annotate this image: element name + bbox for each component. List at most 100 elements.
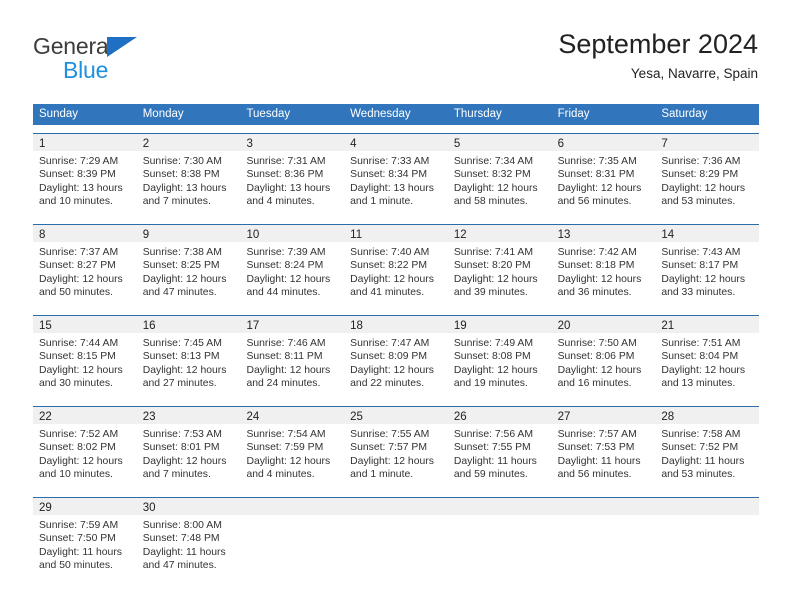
- daylight-text: Daylight: 12 hours and 53 minutes.: [661, 182, 746, 208]
- day-cell[interactable]: 29 Sunrise: 7:59 AM Sunset: 7:50 PM Dayl…: [33, 498, 137, 580]
- day-number-strip: 26: [447, 407, 552, 424]
- daylight-text: Daylight: 12 hours and 39 minutes.: [453, 273, 538, 299]
- day-number-strip: 18: [344, 316, 448, 333]
- day-cell[interactable]: 23 Sunrise: 7:53 AM Sunset: 8:01 PM Dayl…: [136, 407, 241, 489]
- day-cell-empty: [655, 498, 760, 580]
- sunset-text: Sunset: 8:06 PM: [557, 351, 635, 363]
- day-cell[interactable]: 4 Sunrise: 7:33 AM Sunset: 8:34 PM Dayli…: [344, 134, 448, 216]
- sunrise-text: Sunrise: 7:56 AM: [453, 429, 534, 440]
- week-days: 22 Sunrise: 7:52 AM Sunset: 8:02 PM Dayl…: [33, 407, 760, 489]
- day-cell[interactable]: 15 Sunrise: 7:44 AM Sunset: 8:15 PM Dayl…: [33, 316, 137, 398]
- sunrise-text: Sunrise: 7:47 AM: [350, 338, 430, 349]
- day-cell[interactable]: 9 Sunrise: 7:38 AM Sunset: 8:25 PM Dayli…: [136, 225, 241, 307]
- day-number-strip: [447, 498, 552, 515]
- day-details: Sunrise: 7:37 AM Sunset: 8:27 PM Dayligh…: [33, 242, 137, 307]
- daylight-text: Daylight: 12 hours and 19 minutes.: [453, 364, 538, 390]
- day-cell[interactable]: 20 Sunrise: 7:50 AM Sunset: 8:06 PM Dayl…: [551, 316, 656, 398]
- sunset-text: Sunset: 7:59 PM: [246, 442, 324, 454]
- generalblue-logo[interactable]: General Blue: [33, 33, 203, 87]
- day-cell[interactable]: 2 Sunrise: 7:30 AM Sunset: 8:38 PM Dayli…: [136, 134, 241, 216]
- sunrise-text: Sunrise: 7:44 AM: [39, 338, 119, 349]
- sunset-text: Sunset: 8:04 PM: [661, 351, 739, 363]
- daylight-text: Daylight: 12 hours and 41 minutes.: [350, 273, 434, 299]
- sunset-text: Sunset: 8:15 PM: [39, 351, 116, 363]
- daylight-text: Daylight: 12 hours and 30 minutes.: [39, 364, 123, 390]
- day-number-strip: 20: [551, 316, 656, 333]
- day-number: 9: [142, 229, 150, 241]
- sunset-text: Sunset: 8:39 PM: [39, 169, 116, 181]
- day-cell[interactable]: 27 Sunrise: 7:57 AM Sunset: 7:53 PM Dayl…: [551, 407, 656, 489]
- sunrise-text: Sunrise: 7:55 AM: [350, 429, 430, 440]
- day-number: 7: [661, 138, 668, 150]
- week-days: 29 Sunrise: 7:59 AM Sunset: 7:50 PM Dayl…: [33, 498, 760, 580]
- day-cell[interactable]: 7 Sunrise: 7:36 AM Sunset: 8:29 PM Dayli…: [655, 134, 760, 216]
- day-cell[interactable]: 12 Sunrise: 7:41 AM Sunset: 8:20 PM Dayl…: [447, 225, 552, 307]
- sunrise-text: Sunrise: 7:57 AM: [557, 429, 637, 440]
- sunrise-text: Sunrise: 7:41 AM: [453, 247, 534, 258]
- day-details: Sunrise: 7:57 AM Sunset: 7:53 PM Dayligh…: [551, 424, 656, 489]
- day-cell[interactable]: 10 Sunrise: 7:39 AM Sunset: 8:24 PM Dayl…: [240, 225, 345, 307]
- day-number-strip: 4: [344, 134, 448, 151]
- sunset-text: Sunset: 7:57 PM: [350, 442, 427, 454]
- day-cell[interactable]: 26 Sunrise: 7:56 AM Sunset: 7:55 PM Dayl…: [447, 407, 552, 489]
- weekday-header-monday: Monday: [142, 108, 184, 120]
- sunrise-text: Sunrise: 7:34 AM: [453, 156, 534, 167]
- day-number-strip: 15: [33, 316, 137, 333]
- week-row: 8 Sunrise: 7:37 AM Sunset: 8:27 PM Dayli…: [33, 224, 760, 307]
- sunset-text: Sunset: 8:36 PM: [246, 169, 324, 181]
- day-cell[interactable]: 22 Sunrise: 7:52 AM Sunset: 8:02 PM Dayl…: [33, 407, 137, 489]
- sunrise-text: Sunrise: 7:59 AM: [39, 520, 119, 531]
- sunrise-text: Sunrise: 8:00 AM: [142, 520, 222, 531]
- day-number-strip: [240, 498, 345, 515]
- day-cell[interactable]: 28 Sunrise: 7:58 AM Sunset: 7:52 PM Dayl…: [655, 407, 760, 489]
- day-number-strip: 11: [344, 225, 448, 242]
- day-cell[interactable]: 6 Sunrise: 7:35 AM Sunset: 8:31 PM Dayli…: [551, 134, 656, 216]
- day-details: [551, 515, 656, 580]
- day-cell[interactable]: 17 Sunrise: 7:46 AM Sunset: 8:11 PM Dayl…: [240, 316, 345, 398]
- sunset-text: Sunset: 7:52 PM: [661, 442, 739, 454]
- sunset-text: Sunset: 8:20 PM: [453, 260, 531, 272]
- daylight-text: Daylight: 13 hours and 7 minutes.: [142, 182, 227, 208]
- daylight-text: Daylight: 12 hours and 33 minutes.: [661, 273, 746, 299]
- sunrise-text: Sunrise: 7:37 AM: [39, 247, 119, 258]
- logo-text-blue: Blue: [63, 57, 109, 83]
- day-number-strip: 19: [447, 316, 552, 333]
- day-number: 3: [246, 138, 253, 150]
- day-number: 29: [39, 502, 52, 514]
- day-details: Sunrise: 7:49 AM Sunset: 8:08 PM Dayligh…: [447, 333, 552, 398]
- day-cell[interactable]: 21 Sunrise: 7:51 AM Sunset: 8:04 PM Dayl…: [655, 316, 760, 398]
- sunrise-text: Sunrise: 7:46 AM: [246, 338, 326, 349]
- day-details: Sunrise: 7:38 AM Sunset: 8:25 PM Dayligh…: [136, 242, 241, 307]
- day-cell[interactable]: 25 Sunrise: 7:55 AM Sunset: 7:57 PM Dayl…: [344, 407, 448, 489]
- day-number: 20: [557, 320, 571, 332]
- day-details: Sunrise: 7:50 AM Sunset: 8:06 PM Dayligh…: [551, 333, 656, 398]
- day-cell[interactable]: 14 Sunrise: 7:43 AM Sunset: 8:17 PM Dayl…: [655, 225, 760, 307]
- day-number-strip: 7: [655, 134, 760, 151]
- day-number-strip: 23: [136, 407, 241, 424]
- day-cell[interactable]: 11 Sunrise: 7:40 AM Sunset: 8:22 PM Dayl…: [344, 225, 448, 307]
- day-number-strip: 13: [551, 225, 656, 242]
- daylight-text: Daylight: 12 hours and 10 minutes.: [39, 455, 123, 481]
- day-details: Sunrise: 7:43 AM Sunset: 8:17 PM Dayligh…: [655, 242, 760, 307]
- daylight-text: Daylight: 12 hours and 44 minutes.: [246, 273, 331, 299]
- sunset-text: Sunset: 8:24 PM: [246, 260, 324, 272]
- sunrise-text: Sunrise: 7:35 AM: [557, 156, 637, 167]
- day-cell[interactable]: 1 Sunrise: 7:29 AM Sunset: 8:39 PM Dayli…: [33, 134, 137, 216]
- day-cell[interactable]: 3 Sunrise: 7:31 AM Sunset: 8:36 PM Dayli…: [240, 134, 345, 216]
- day-cell[interactable]: 24 Sunrise: 7:54 AM Sunset: 7:59 PM Dayl…: [240, 407, 345, 489]
- sunset-text: Sunset: 8:18 PM: [557, 260, 635, 272]
- day-cell[interactable]: 16 Sunrise: 7:45 AM Sunset: 8:13 PM Dayl…: [136, 316, 241, 398]
- logo-top-row: General: [33, 33, 203, 59]
- day-cell[interactable]: 5 Sunrise: 7:34 AM Sunset: 8:32 PM Dayli…: [447, 134, 552, 216]
- day-cell[interactable]: 8 Sunrise: 7:37 AM Sunset: 8:27 PM Dayli…: [33, 225, 137, 307]
- day-cell[interactable]: 18 Sunrise: 7:47 AM Sunset: 8:09 PM Dayl…: [344, 316, 448, 398]
- day-cell[interactable]: 13 Sunrise: 7:42 AM Sunset: 8:18 PM Dayl…: [551, 225, 656, 307]
- sunset-text: Sunset: 8:32 PM: [453, 169, 531, 181]
- sunrise-text: Sunrise: 7:42 AM: [557, 247, 637, 258]
- day-cell[interactable]: 19 Sunrise: 7:49 AM Sunset: 8:08 PM Dayl…: [447, 316, 552, 398]
- sunset-text: Sunset: 7:50 PM: [39, 533, 116, 545]
- day-cell[interactable]: 30 Sunrise: 8:00 AM Sunset: 7:48 PM Dayl…: [136, 498, 241, 580]
- day-number: 28: [661, 411, 675, 423]
- week-row: 29 Sunrise: 7:59 AM Sunset: 7:50 PM Dayl…: [33, 497, 760, 580]
- sunrise-text: Sunrise: 7:40 AM: [350, 247, 430, 258]
